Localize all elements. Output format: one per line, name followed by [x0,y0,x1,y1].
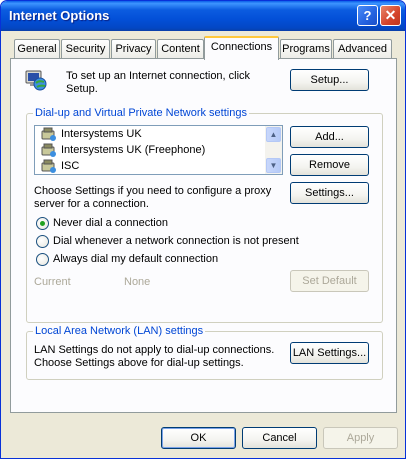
internet-options-window: Internet Options ? ✕ General Security Pr… [0,0,406,459]
tab-connections[interactable]: Connections [204,36,279,60]
radio-button[interactable] [36,253,49,266]
connections-list[interactable]: Intersystems UK Intersystems UK (Freepho… [34,125,283,175]
cancel-button[interactable]: Cancel [242,427,317,449]
apply-button[interactable]: Apply [323,427,398,449]
current-value: None [124,276,151,288]
tab-general[interactable]: General [14,39,60,59]
lan-text-line2: Choose Settings above for dial-up settin… [34,357,244,369]
dialup-connection-icon [41,143,56,157]
add-button[interactable]: Add... [290,126,369,148]
remove-button[interactable]: Remove [290,154,369,176]
connection-name: Intersystems UK [61,128,142,140]
radio-label: Never dial a connection [53,217,168,229]
radio-button[interactable] [36,235,49,248]
dialup-group-label: Dial-up and Virtual Private Network sett… [33,107,249,119]
connections-panel: To set up an Internet connection, click … [10,58,397,413]
tab-content[interactable]: Content [157,39,204,59]
list-scrollbar[interactable]: ▲ ▼ [265,126,282,174]
title-bar[interactable]: Internet Options ? ✕ [1,1,405,31]
internet-connection-icon [25,69,47,91]
close-button[interactable]: ✕ [380,5,401,26]
proxy-text-line2: server for a connection. [34,198,149,210]
setup-text-line1: To set up an Internet connection, click [66,70,251,82]
list-item[interactable]: Intersystems UK (Freephone) [37,142,265,158]
list-item[interactable]: Intersystems UK [37,126,265,142]
tab-security[interactable]: Security [61,39,110,59]
dialup-connection-icon [41,159,56,173]
tab-programs[interactable]: Programs [280,39,332,59]
connection-name: Intersystems UK (Freephone) [61,144,206,156]
current-label: Current [34,276,71,288]
dialup-connection-icon [41,127,56,141]
radio-selected-dot [40,221,45,226]
scroll-down-arrow-icon[interactable]: ▼ [266,158,281,173]
list-item[interactable]: ISC [37,158,265,174]
help-button[interactable]: ? [357,5,378,26]
scroll-up-arrow-icon[interactable]: ▲ [266,127,281,142]
proxy-text-line1: Choose Settings if you need to configure… [34,185,272,197]
radio-label: Always dial my default connection [53,253,219,265]
tab-advanced[interactable]: Advanced [333,39,392,59]
window-title: Internet Options [9,8,110,23]
lan-settings-button[interactable]: LAN Settings... [290,342,369,364]
radio-button[interactable] [36,217,49,230]
set-default-button[interactable]: Set Default [290,270,369,292]
settings-button[interactable]: Settings... [290,182,369,204]
radio-label: Dial whenever a network connection is no… [53,235,299,247]
connection-name: ISC [61,160,80,172]
lan-group-label: Local Area Network (LAN) settings [33,325,206,337]
ok-button[interactable]: OK [161,427,236,449]
setup-button[interactable]: Setup... [290,69,369,91]
tab-privacy[interactable]: Privacy [111,39,156,59]
lan-text-line1: LAN Settings do not apply to dial-up con… [34,344,275,356]
setup-text-line2: Setup. [66,83,98,95]
